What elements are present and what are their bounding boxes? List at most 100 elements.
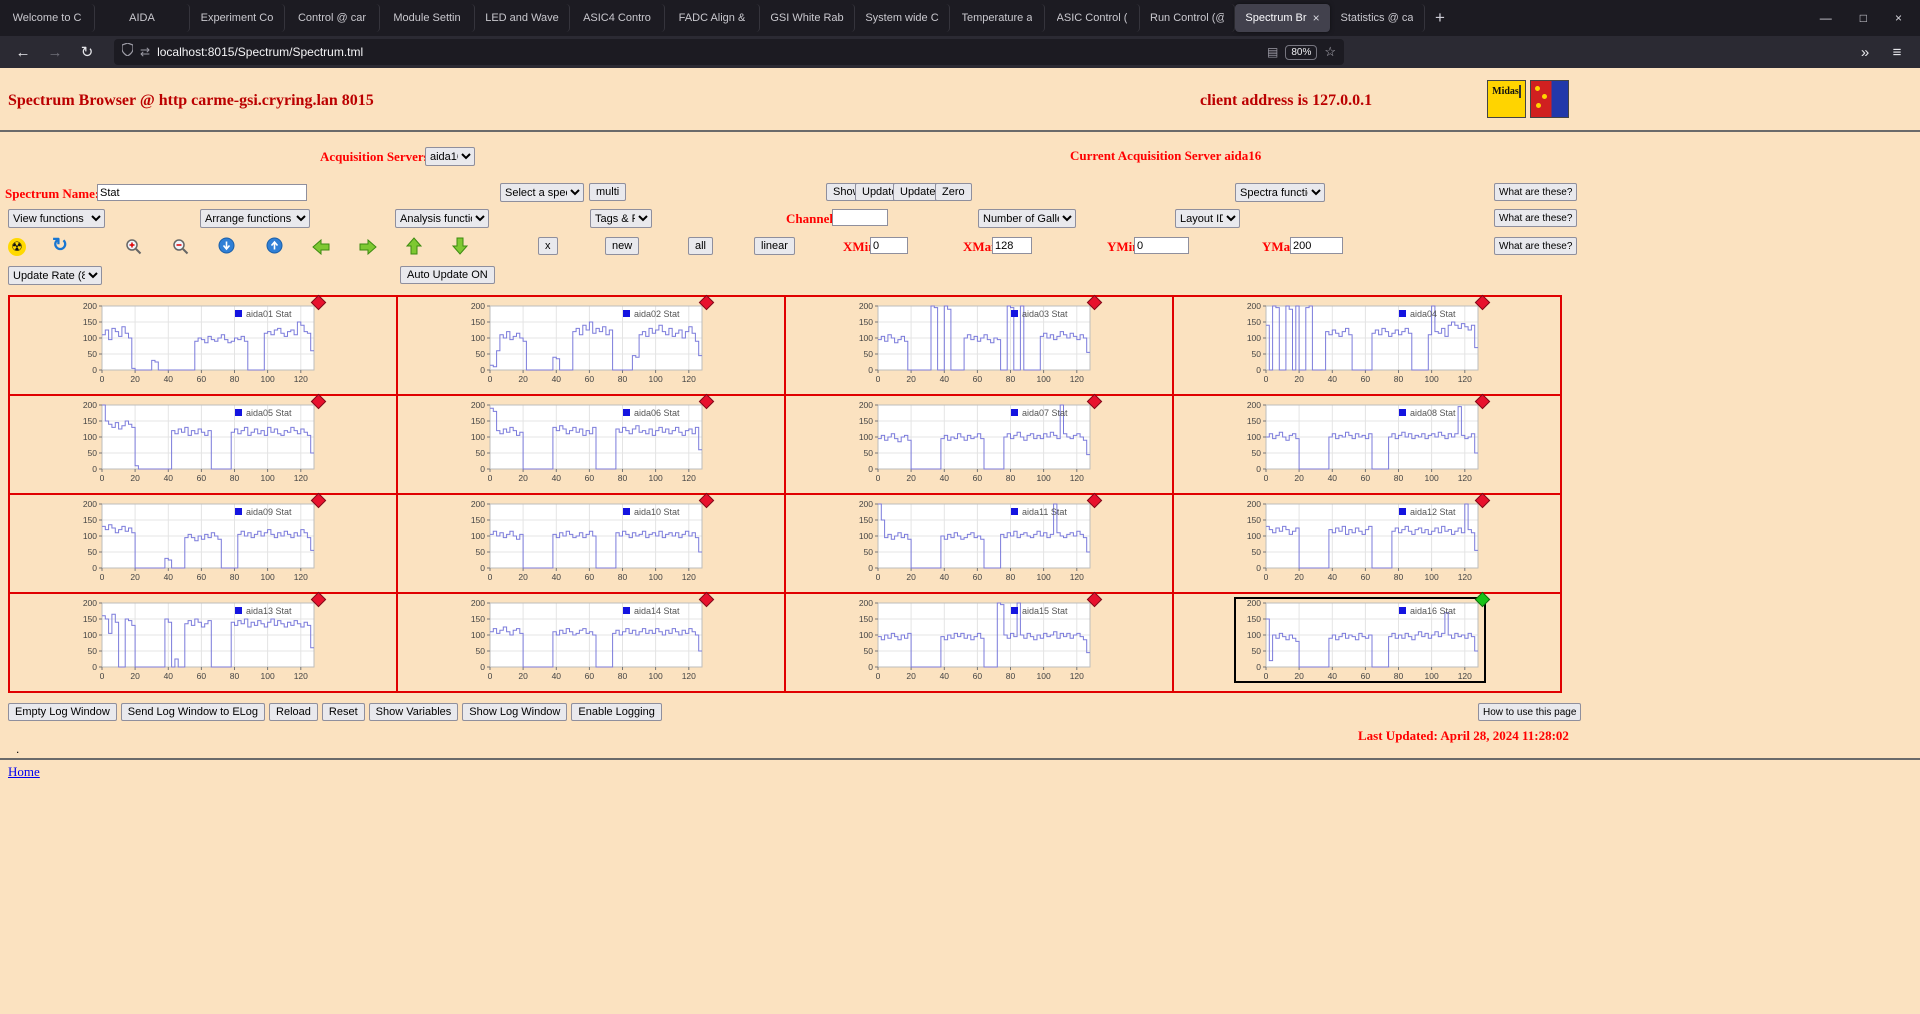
browser-tab[interactable]: Control @ car bbox=[285, 4, 380, 32]
window-close-button[interactable]: × bbox=[1895, 11, 1902, 25]
spectra-functions-dropdown[interactable]: Spectra functions bbox=[1235, 183, 1325, 202]
browser-tab[interactable]: FADC Align & bbox=[665, 4, 760, 32]
help-button[interactable]: How to use this page bbox=[1478, 703, 1582, 721]
spectrum-chart-aida14[interactable]: 0 50 100 150 200 0 20 40 60 80 100 120 aida14 Stat bbox=[460, 591, 715, 681]
spectrum-plot[interactable]: 0 50 100 150 200 0 20 40 60 80 100 120 aida16 Stat bbox=[1236, 598, 1484, 681]
spectrum-chart-aida12[interactable]: 0 50 100 150 200 0 20 40 60 80 100 120 aida12 Stat bbox=[1236, 492, 1491, 582]
reader-mode-icon[interactable]: ▤ bbox=[1267, 45, 1278, 59]
log-button[interactable]: Empty Log Window bbox=[8, 703, 117, 721]
view-functions-dropdown[interactable]: View functions bbox=[8, 209, 105, 228]
browser-tab[interactable]: LED and Wave bbox=[475, 4, 570, 32]
linear-button[interactable]: linear bbox=[754, 237, 795, 255]
update-rate-dropdown[interactable]: Update Rate (8 secs) bbox=[8, 266, 102, 285]
channel-input[interactable] bbox=[832, 209, 888, 226]
spectrum-plot[interactable]: 0 50 100 150 200 0 20 40 60 80 100 120 aida04 Stat bbox=[1236, 301, 1484, 384]
spectrum-plot[interactable]: 0 50 100 150 200 0 20 40 60 80 100 120 aida11 Stat bbox=[848, 499, 1096, 582]
log-button[interactable]: Reload bbox=[269, 703, 318, 721]
spectrum-plot[interactable]: 0 50 100 150 200 0 20 40 60 80 100 120 aida14 Stat bbox=[460, 598, 708, 681]
blue-arrow-up-icon[interactable] bbox=[266, 237, 283, 259]
log-button[interactable]: Show Variables bbox=[368, 703, 459, 721]
spectrum-plot[interactable]: 0 50 100 150 200 0 20 40 60 80 100 120 aida03 Stat bbox=[848, 301, 1096, 384]
what-are-these-button-1[interactable]: What are these? bbox=[1494, 183, 1578, 201]
spectrum-plot[interactable]: 0 50 100 150 200 0 20 40 60 80 100 120 aida01 Stat bbox=[72, 301, 320, 384]
log-button[interactable]: Send Log Window to ELog bbox=[120, 703, 266, 721]
browser-tab[interactable]: Module Settin bbox=[380, 4, 475, 32]
browser-tab[interactable]: Statistics @ ca bbox=[1330, 4, 1425, 32]
multi-button[interactable]: multi bbox=[589, 183, 627, 201]
auto-update-button[interactable]: Auto Update ON bbox=[400, 266, 495, 284]
reload-button[interactable]: ↻ bbox=[74, 43, 100, 61]
log-button[interactable]: Enable Logging bbox=[571, 703, 662, 721]
shield-icon[interactable] bbox=[121, 42, 134, 61]
url-bar[interactable]: ⇄ localhost:8015/Spectrum/Spectrum.tml ▤… bbox=[114, 39, 1344, 65]
radiation-icon[interactable]: ☢ bbox=[8, 238, 26, 256]
spectrum-chart-aida13[interactable]: 0 50 100 150 200 0 20 40 60 80 100 120 aida13 Stat bbox=[72, 591, 327, 681]
browser-tab[interactable]: System wide C bbox=[855, 4, 950, 32]
analysis-functions-dropdown[interactable]: Analysis functions bbox=[395, 209, 489, 228]
site-info-icon[interactable]: ⇄ bbox=[140, 45, 150, 59]
x-button[interactable]: x bbox=[538, 237, 558, 255]
spectrum-chart-aida16[interactable]: 0 50 100 150 200 0 20 40 60 80 100 120 aida16 Stat bbox=[1234, 591, 1491, 683]
acq-server-select[interactable]: aida16 bbox=[425, 147, 475, 166]
forward-button[interactable]: → bbox=[42, 44, 68, 61]
blue-arrow-down-icon[interactable] bbox=[218, 237, 235, 259]
spectrum-plot[interactable]: 0 50 100 150 200 0 20 40 60 80 100 120 aida06 Stat bbox=[460, 400, 708, 483]
ymax-input[interactable] bbox=[1290, 237, 1343, 254]
what-are-these-button-2[interactable]: What are these? bbox=[1494, 209, 1578, 227]
spectrum-chart-aida09[interactable]: 0 50 100 150 200 0 20 40 60 80 100 120 aida09 Stat bbox=[72, 492, 327, 582]
spectrum-plot[interactable]: 0 50 100 150 200 0 20 40 60 80 100 120 aida12 Stat bbox=[1236, 499, 1484, 582]
what-are-these-button-3[interactable]: What are these? bbox=[1494, 237, 1578, 255]
spectrum-chart-aida06[interactable]: 0 50 100 150 200 0 20 40 60 80 100 120 aida06 Stat bbox=[460, 393, 715, 483]
log-button[interactable]: Show Log Window bbox=[462, 703, 568, 721]
select-spectrum-dropdown[interactable]: Select a spectrum bbox=[500, 183, 584, 202]
tags-fits-dropdown[interactable]: Tags & Fits bbox=[590, 209, 652, 228]
browser-tab[interactable]: Welcome to C bbox=[0, 4, 95, 32]
refresh-cycle-icon[interactable]: ↻ bbox=[52, 236, 68, 255]
spectrum-plot[interactable]: 0 50 100 150 200 0 20 40 60 80 100 120 aida15 Stat bbox=[848, 598, 1096, 681]
new-tab-button[interactable]: + bbox=[1425, 8, 1455, 28]
browser-tab[interactable]: Temperature a bbox=[950, 4, 1045, 32]
green-arrow-up-icon[interactable] bbox=[405, 236, 423, 261]
num-galleries-dropdown[interactable]: Number of Galleries bbox=[978, 209, 1076, 228]
browser-tab[interactable]: ASIC Control ( bbox=[1045, 4, 1140, 32]
arrange-functions-dropdown[interactable]: Arrange functions bbox=[200, 209, 310, 228]
spectrum-plot[interactable]: 0 50 100 150 200 0 20 40 60 80 100 120 aida02 Stat bbox=[460, 301, 708, 384]
all-button[interactable]: all bbox=[688, 237, 714, 255]
tab-close-icon[interactable]: × bbox=[1313, 11, 1320, 25]
spectrum-chart-aida02[interactable]: 0 50 100 150 200 0 20 40 60 80 100 120 aida02 Stat bbox=[460, 294, 715, 384]
bookmark-star-icon[interactable]: ☆ bbox=[1324, 44, 1336, 60]
spectrum-chart-aida10[interactable]: 0 50 100 150 200 0 20 40 60 80 100 120 aida10 Stat bbox=[460, 492, 715, 582]
home-link[interactable]: Home bbox=[8, 764, 40, 780]
spectrum-chart-aida01[interactable]: 0 50 100 150 200 0 20 40 60 80 100 120 aida01 Stat bbox=[72, 294, 327, 384]
xmin-input[interactable] bbox=[870, 237, 908, 254]
zoom-indicator[interactable]: 80% bbox=[1285, 44, 1318, 60]
browser-tab[interactable]: AIDA bbox=[95, 4, 190, 32]
back-button[interactable]: ← bbox=[10, 44, 36, 61]
green-arrow-down-icon[interactable] bbox=[451, 236, 469, 261]
spectrum-plot[interactable]: 0 50 100 150 200 0 20 40 60 80 100 120 aida13 Stat bbox=[72, 598, 320, 681]
layout-id-dropdown[interactable]: Layout ID=2 bbox=[1175, 209, 1240, 228]
browser-tab[interactable]: ASIC4 Contro bbox=[570, 4, 665, 32]
window-maximize-button[interactable]: □ bbox=[1860, 11, 1867, 25]
spectrum-chart-aida03[interactable]: 0 50 100 150 200 0 20 40 60 80 100 120 aida03 Stat bbox=[848, 294, 1103, 384]
zero-button[interactable]: Zero bbox=[935, 183, 972, 201]
browser-tab[interactable]: Experiment Co bbox=[190, 4, 285, 32]
new-button[interactable]: new bbox=[605, 237, 640, 255]
green-arrow-right-icon[interactable] bbox=[358, 238, 378, 260]
menu-icon[interactable]: ≡ bbox=[1884, 44, 1910, 61]
spectrum-chart-aida15[interactable]: 0 50 100 150 200 0 20 40 60 80 100 120 aida15 Stat bbox=[848, 591, 1103, 681]
overflow-chevron-icon[interactable]: » bbox=[1852, 44, 1878, 61]
zoom-in-icon[interactable] bbox=[125, 238, 142, 260]
browser-tab[interactable]: GSI White Rab bbox=[760, 4, 855, 32]
green-arrow-left-icon[interactable] bbox=[311, 238, 331, 260]
spectrum-plot[interactable]: 0 50 100 150 200 0 20 40 60 80 100 120 aida08 Stat bbox=[1236, 400, 1484, 483]
spectrum-chart-aida07[interactable]: 0 50 100 150 200 0 20 40 60 80 100 120 aida07 Stat bbox=[848, 393, 1103, 483]
log-button[interactable]: Reset bbox=[321, 703, 365, 721]
spectrum-chart-aida11[interactable]: 0 50 100 150 200 0 20 40 60 80 100 120 aida11 Stat bbox=[848, 492, 1103, 582]
ymin-input[interactable] bbox=[1134, 237, 1189, 254]
window-minimize-button[interactable]: — bbox=[1820, 11, 1832, 25]
spectrum-chart-aida08[interactable]: 0 50 100 150 200 0 20 40 60 80 100 120 aida08 Stat bbox=[1236, 393, 1491, 483]
spectrum-plot[interactable]: 0 50 100 150 200 0 20 40 60 80 100 120 aida10 Stat bbox=[460, 499, 708, 582]
spectrum-chart-aida05[interactable]: 0 50 100 150 200 0 20 40 60 80 100 120 aida05 Stat bbox=[72, 393, 327, 483]
browser-tab[interactable]: Run Control (@ bbox=[1140, 4, 1235, 32]
